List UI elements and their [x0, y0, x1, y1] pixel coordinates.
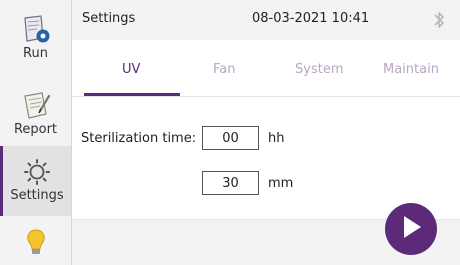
start-button[interactable] — [385, 203, 437, 255]
sidebar-item-run[interactable]: Run — [0, 0, 71, 72]
settings-icon — [23, 158, 51, 186]
minutes-unit-label: mm — [268, 176, 294, 191]
bluetooth-icon — [432, 9, 446, 35]
minutes-field[interactable] — [202, 171, 259, 195]
lightbulb-icon — [25, 228, 47, 258]
tab-uv[interactable]: UV — [122, 62, 140, 77]
sidebar-item-label: Run — [23, 46, 48, 61]
tab-fan[interactable]: Fan — [213, 62, 236, 77]
tab-maintain[interactable]: Maintain — [383, 62, 439, 77]
hours-unit-label: hh — [268, 131, 285, 146]
page-title: Settings — [82, 11, 136, 26]
sidebar-item-label: Settings — [10, 188, 64, 203]
play-icon — [399, 214, 423, 244]
datetime-display: 08-03-2021 10:41 — [252, 11, 370, 26]
sterilization-time-label: Sterilization time: — [81, 131, 197, 146]
hours-field[interactable] — [202, 126, 259, 150]
settings-tabs: UV Fan System Maintain — [72, 40, 460, 96]
tab-system[interactable]: System — [295, 62, 343, 77]
header-bar: Settings 08-03-2021 10:41 — [72, 0, 460, 40]
divider — [72, 96, 460, 97]
sidebar: Run Report Settings — [0, 0, 72, 265]
report-icon — [20, 90, 52, 120]
sidebar-item-light[interactable] — [0, 220, 71, 265]
sidebar-item-report[interactable]: Report — [0, 76, 71, 146]
sidebar-item-settings[interactable]: Settings — [0, 146, 71, 216]
run-icon — [19, 14, 53, 44]
sidebar-item-label: Report — [13, 122, 58, 137]
